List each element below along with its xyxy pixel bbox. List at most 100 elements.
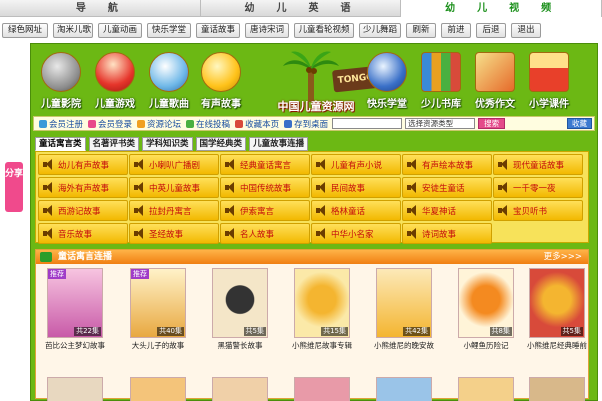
tab-english[interactable]: 幼 儿 英 语: [200, 0, 402, 17]
book-card[interactable]: [371, 377, 437, 401]
story-link[interactable]: 小喇叭广播剧: [129, 154, 219, 175]
book-card[interactable]: [125, 377, 191, 401]
desktop-link[interactable]: 存到桌面: [284, 118, 328, 130]
story-link[interactable]: 中国传统故事: [220, 177, 310, 198]
login-link[interactable]: 会员登录: [88, 118, 132, 130]
episode-count: 共22集: [74, 327, 101, 336]
section-title: 童话寓言连播: [58, 252, 113, 262]
exit-button[interactable]: 退出: [511, 22, 541, 38]
icon-songs[interactable]: 儿童歌曲: [143, 50, 195, 110]
forward-button[interactable]: 前进: [441, 22, 471, 38]
favorite-button[interactable]: 收藏: [567, 118, 592, 129]
section-header: 童话寓言连播 更多>>>: [36, 250, 588, 264]
book-card[interactable]: 共5集 小熊维尼经典睡前: [524, 268, 590, 351]
refresh-button[interactable]: 刷新: [406, 22, 436, 38]
book-cover: [212, 377, 268, 401]
story-link[interactable]: 安徒生童话: [402, 177, 492, 198]
story-link[interactable]: 儿童有声小说: [311, 154, 401, 175]
toolbar-button-video[interactable]: 儿童看轮视频: [294, 22, 354, 38]
book-card[interactable]: [524, 377, 590, 401]
story-link[interactable]: 名人故事: [220, 223, 310, 244]
tab-nav[interactable]: 导 航: [0, 0, 201, 17]
search-input[interactable]: [332, 118, 403, 129]
link-label: 会员注册: [49, 119, 84, 130]
icon-library[interactable]: 少儿书库: [415, 50, 467, 110]
book-title: 芭比公主梦幻故事: [45, 341, 105, 350]
desktop-icon: [284, 119, 293, 128]
book-cover: [47, 377, 103, 401]
toolbar-button-taomi[interactable]: 淘米儿歌: [53, 22, 93, 38]
tab-guoxue[interactable]: 国学经典类: [195, 137, 247, 151]
top-tabs: 导 航 幼 儿 英 语 幼 儿 视 频: [0, 0, 602, 17]
story-link[interactable]: 幼儿有声故事: [38, 154, 128, 175]
resource-type-select[interactable]: 选择资源类型: [405, 118, 476, 129]
story-label: 幼儿有声故事: [58, 160, 110, 171]
icon-audio-stories[interactable]: 有声故事: [195, 50, 247, 110]
story-label: 中华小名家: [331, 229, 374, 240]
story-label: 一千零一夜: [513, 183, 556, 194]
story-link[interactable]: 宝贝听书: [493, 200, 583, 221]
tab-serial-stories[interactable]: 儿童故事连播: [249, 137, 309, 151]
book-cover: 共15集: [294, 268, 350, 338]
story-link[interactable]: 拉封丹寓言: [129, 200, 219, 221]
episode-count: 共5集: [560, 327, 583, 336]
register-link[interactable]: 会员注册: [39, 118, 83, 130]
story-link[interactable]: 民间故事: [311, 177, 401, 198]
book-card[interactable]: [42, 377, 108, 401]
icon-cinema[interactable]: 儿童影院: [35, 50, 87, 110]
icon-courseware[interactable]: 小学课件: [523, 50, 575, 110]
book-title: 小熊维尼故事专辑: [292, 341, 352, 350]
tab-video[interactable]: 幼 儿 视 频: [401, 0, 602, 17]
icon-essays[interactable]: 优秀作文: [469, 50, 521, 110]
book-card[interactable]: [453, 377, 519, 401]
book-card[interactable]: 共8集 小鲤鱼历险记: [453, 268, 519, 351]
tab-subjects[interactable]: 学科知识类: [142, 137, 193, 151]
speaker-icon: [43, 182, 55, 193]
tab-classics[interactable]: 名著评书类: [88, 137, 140, 151]
story-link[interactable]: 诗词故事: [402, 223, 492, 244]
submit-link[interactable]: 在线投稿: [186, 118, 230, 130]
story-link[interactable]: 有声绘本故事: [402, 154, 492, 175]
story-link[interactable]: 圣经故事: [129, 223, 219, 244]
story-link[interactable]: 海外有声故事: [38, 177, 128, 198]
search-button[interactable]: 搜索: [478, 118, 506, 129]
book-card[interactable]: 共15集 小熊维尼故事专辑: [289, 268, 355, 351]
book-card[interactable]: 共5集 黑猫警长故事: [207, 268, 273, 351]
back-button[interactable]: 后退: [476, 22, 506, 38]
story-link[interactable]: 西游记故事: [38, 200, 128, 221]
more-link[interactable]: 更多>>>: [544, 250, 582, 264]
story-link[interactable]: 华夏神话: [402, 200, 492, 221]
speaker-icon: [134, 205, 146, 216]
book-card[interactable]: 共42集 小熊维尼的晚安故: [371, 268, 437, 351]
icon-label: 快乐学堂: [367, 99, 407, 110]
share-tab[interactable]: 分享: [5, 162, 23, 212]
book-card[interactable]: [289, 377, 355, 401]
toolbar-button-cartoons[interactable]: 儿童动画: [98, 22, 142, 38]
tab-fairy-fables[interactable]: 童话寓言类: [35, 137, 86, 151]
story-link[interactable]: 伊索寓言: [220, 200, 310, 221]
bookmark-link[interactable]: 收藏本页: [235, 118, 279, 130]
toolbar-button-school[interactable]: 快乐学堂: [147, 22, 191, 38]
toolbar-button-green-sites[interactable]: 绿色网址: [2, 22, 48, 38]
grid-row: 幼儿有声故事 小喇叭广播剧 经典童话寓言 儿童有声小说 有声绘本故事 现代童话故…: [38, 154, 586, 176]
story-link[interactable]: 一千零一夜: [493, 177, 583, 198]
story-link[interactable]: 格林童话: [311, 200, 401, 221]
story-link[interactable]: 音乐故事: [38, 223, 128, 244]
icon-games[interactable]: 儿童游戏: [89, 50, 141, 110]
toolbar-button-fairy-tales[interactable]: 童话故事: [196, 22, 240, 38]
story-link[interactable]: 经典童话寓言: [220, 154, 310, 175]
book-card[interactable]: 推荐 共22集 芭比公主梦幻故事: [42, 268, 108, 351]
toolbar-button-poems[interactable]: 唐诗宋词: [245, 22, 289, 38]
book-card[interactable]: [207, 377, 273, 401]
story-link[interactable]: 中英儿童故事: [129, 177, 219, 198]
icon-school[interactable]: 快乐学堂: [361, 50, 413, 110]
book-card[interactable]: 推荐 共40集 大头儿子的故事: [125, 268, 191, 351]
speaker-icon: [225, 205, 237, 216]
upload-icon: [186, 119, 195, 128]
toolbar-button-dance[interactable]: 少儿舞蹈: [359, 22, 401, 38]
story-link[interactable]: 中华小名家: [311, 223, 401, 244]
forum-link[interactable]: 资源论坛: [137, 118, 181, 130]
story-link[interactable]: 现代童话故事: [493, 154, 583, 175]
category-tabs: 童话寓言类 名著评书类 学科知识类 国学经典类 儿童故事连播: [35, 137, 311, 151]
story-label: 格林童话: [331, 206, 366, 217]
